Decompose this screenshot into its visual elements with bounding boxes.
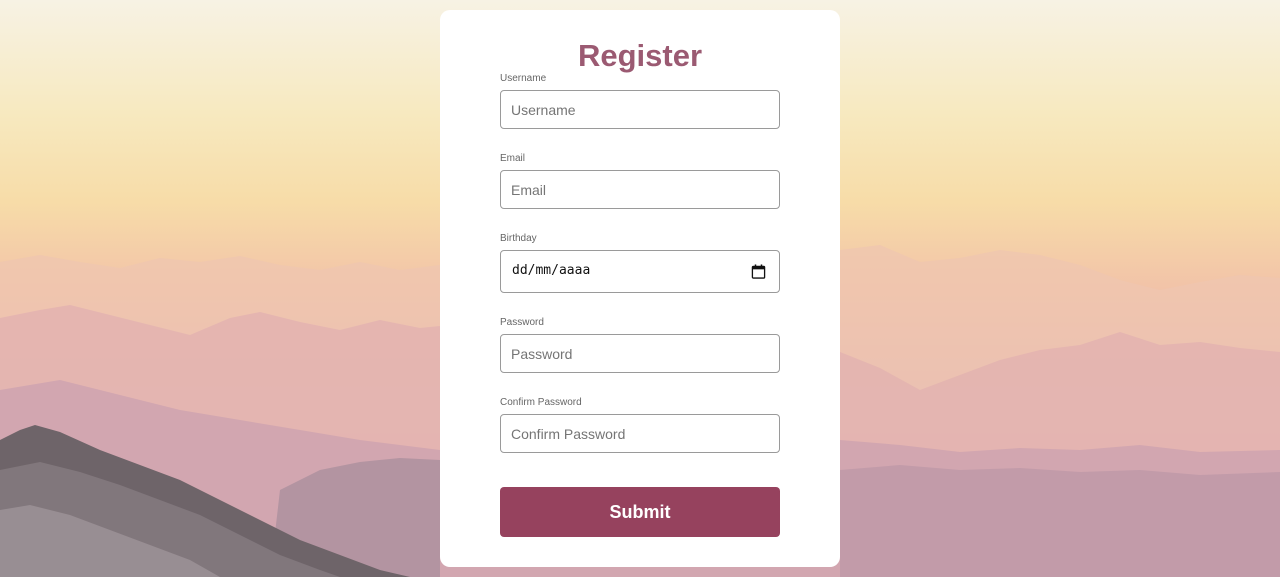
register-card: Register Username Email Birthday dd/mm/a…	[440, 10, 840, 567]
password-label: Password	[500, 317, 544, 328]
username-label: Username	[500, 73, 547, 84]
password-input[interactable]	[500, 334, 780, 373]
username-input[interactable]	[500, 90, 780, 129]
confirm-password-input[interactable]	[500, 414, 780, 453]
birthday-date-placeholder: dd/mm/aaaa	[512, 263, 591, 278]
birthday-date-input[interactable]: dd/mm/aaaa	[500, 250, 780, 293]
email-input[interactable]	[500, 170, 780, 209]
confirm-password-label: Confirm Password	[500, 397, 582, 408]
submit-button[interactable]: Submit	[500, 487, 780, 537]
email-label: Email	[500, 153, 526, 164]
page-title: Register	[577, 38, 703, 73]
birthday-label: Birthday	[500, 233, 537, 244]
calendar-icon[interactable]	[751, 264, 766, 279]
